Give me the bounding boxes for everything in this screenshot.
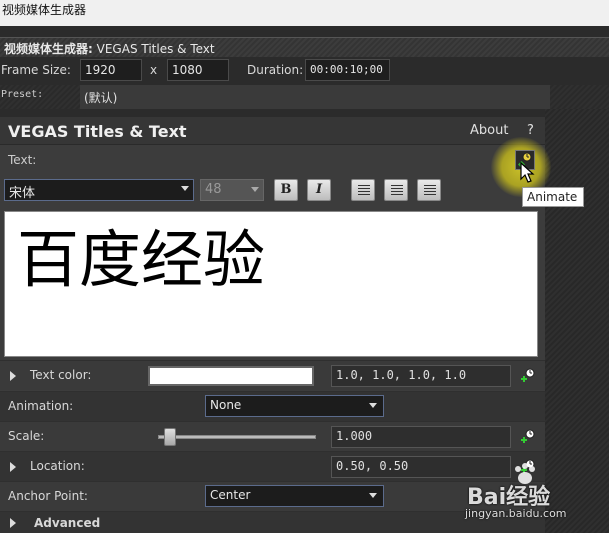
frame-height-input[interactable]: 1080 [167,59,229,81]
scale-slider-thumb[interactable] [164,428,176,446]
text-editor[interactable]: 百度经验 [4,211,538,357]
keyframe-icon[interactable] [517,367,537,387]
preset-row: Preset: (默认) [0,85,609,109]
advanced-label: Advanced [34,516,101,530]
expand-icon[interactable] [10,371,16,381]
bold-button[interactable]: B [274,179,298,201]
watermark-url: jingyan.baidu.com [465,507,567,520]
generator-header: 视频媒体生成器: VEGAS Titles & Text [0,37,609,57]
generator-header-label: 视频媒体生成器: [4,42,93,56]
scale-slider-track[interactable] [158,435,316,439]
chevron-down-icon [181,186,189,191]
frame-size-label: Frame Size: [1,63,71,77]
font-family-value: 宋体 [9,186,36,201]
baidu-watermark: Bai经验 jingyan.baidu.com [463,463,593,523]
chevron-down-icon [369,493,377,498]
align-right-icon [424,185,436,196]
font-size-value: 48 [205,182,222,197]
generator-plugin-name: VEGAS Titles & Text [96,42,215,56]
align-center-icon [391,185,403,196]
keyframe-icon[interactable] [517,428,537,448]
scale-label: Scale: [8,429,45,443]
frame-width-input[interactable]: 1920 [80,59,142,81]
text-label: Text: [8,153,37,167]
preset-label: Preset: [1,89,44,100]
duration-input[interactable]: 00:00:10;00 [305,59,390,81]
text-color-row: Text color: 1.0, 1.0, 1.0, 1.0 [0,360,545,390]
scale-row: Scale: 1.000 [0,421,545,451]
frame-settings-row: Frame Size: 1920 x 1080 Duration: 00:00:… [0,58,609,84]
duration-label: Duration: [247,63,304,77]
italic-button[interactable]: I [307,179,331,201]
preset-select[interactable]: (默认) [80,85,550,109]
font-family-select[interactable]: 宋体 [4,179,194,201]
align-left-button[interactable] [351,179,375,201]
frame-size-x: x [150,63,158,77]
italic-icon: I [315,182,323,197]
animate-tooltip: Animate [522,187,584,207]
font-size-select[interactable]: 48 [200,179,264,201]
chevron-down-icon [251,187,259,192]
anchor-point-select[interactable]: Center [205,485,384,507]
location-label: Location: [30,459,85,473]
align-center-button[interactable] [384,179,408,201]
anchor-point-label: Anchor Point: [8,489,88,503]
align-left-icon [358,185,370,196]
bold-icon: B [280,182,292,197]
panel-title: VEGAS Titles & Text [8,122,187,141]
anchor-point-value: Center [210,488,251,502]
text-color-label: Text color: [30,368,92,382]
help-button[interactable]: ? [527,123,534,138]
animation-value: None [210,398,242,412]
scale-value[interactable]: 1.000 [331,426,511,448]
animation-select[interactable]: None [205,395,384,417]
panel-header: VEGAS Titles & Text About ? [0,117,545,145]
text-color-value[interactable]: 1.0, 1.0, 1.0, 1.0 [331,365,511,387]
about-link[interactable]: About [470,123,508,138]
window-title-bar: 视频媒体生成器 [0,0,609,26]
expand-icon[interactable] [10,518,16,528]
animation-row: Animation: None [0,391,545,421]
window-title: 视频媒体生成器 [2,3,87,17]
chevron-down-icon [369,403,377,408]
align-right-button[interactable] [417,179,441,201]
expand-icon[interactable] [10,462,16,472]
animation-label: Animation: [8,399,74,413]
text-color-swatch[interactable] [148,366,314,386]
cursor-icon [520,162,535,183]
